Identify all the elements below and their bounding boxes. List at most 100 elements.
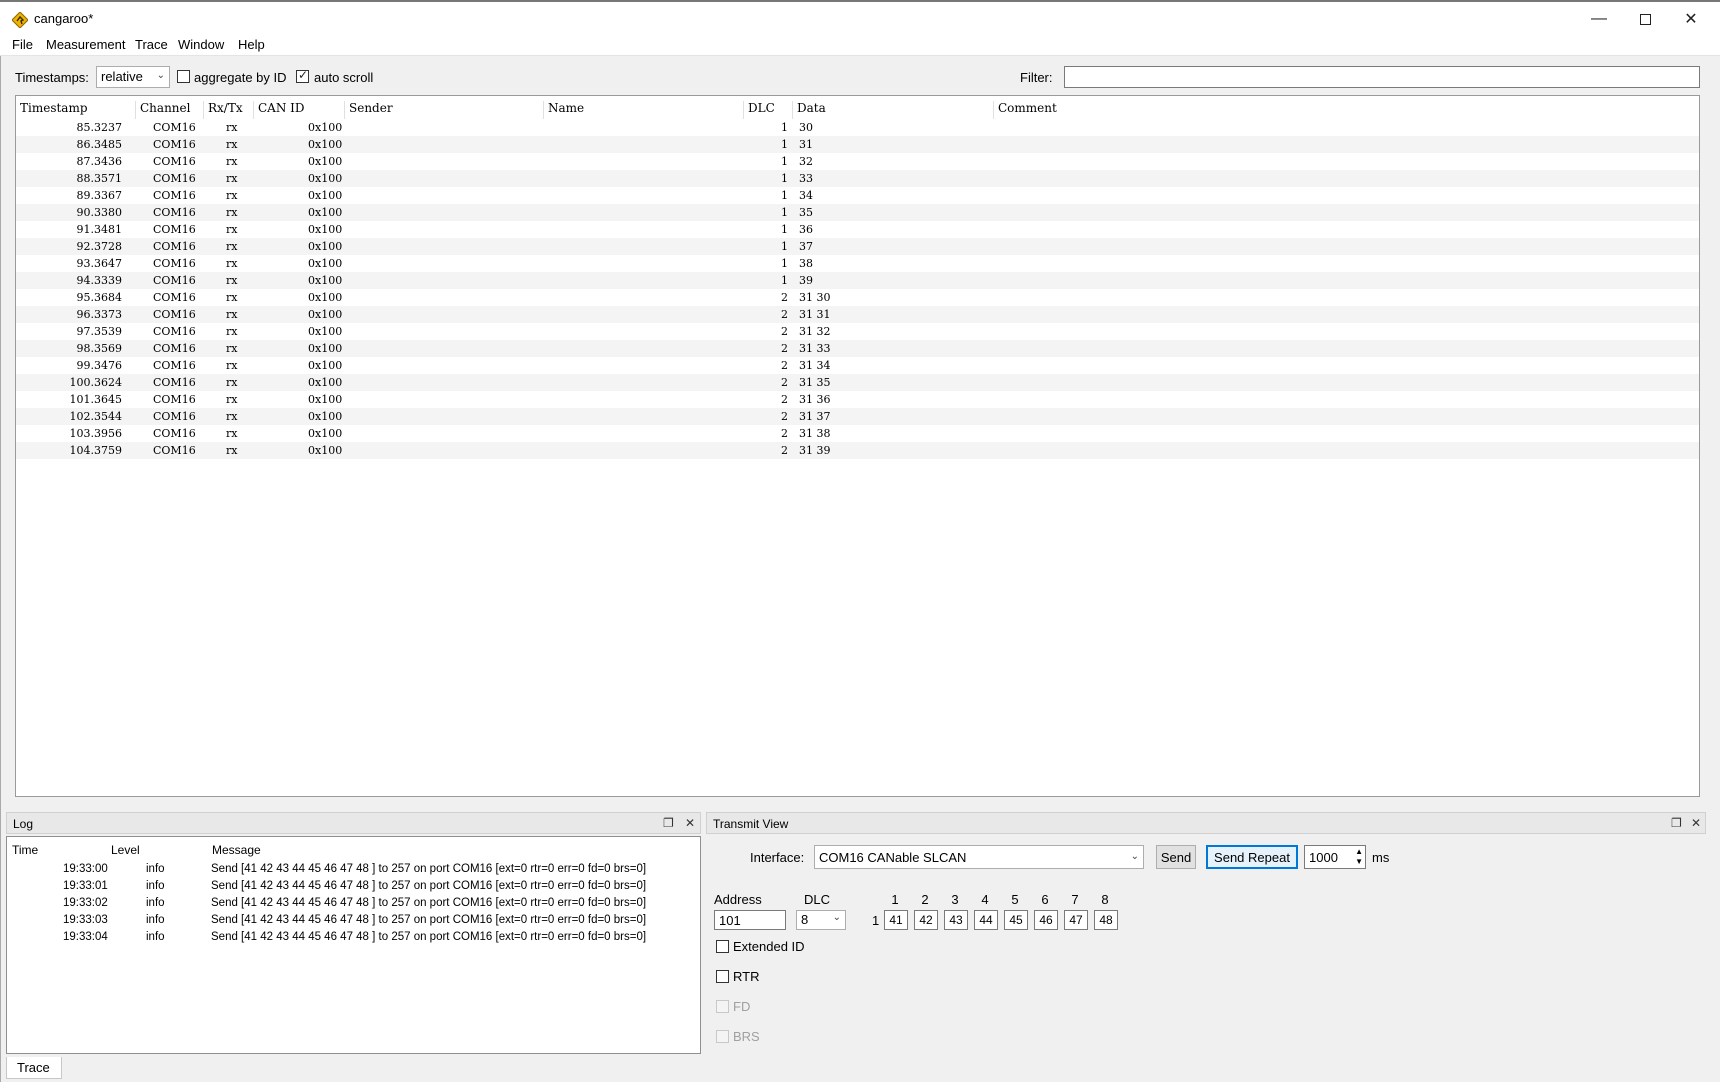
log-row[interactable]: 19:33:03 info Send [41 42 43 44 45 46 47 4…: [7, 914, 700, 931]
log-cell-time: 19:33:04: [63, 931, 108, 943]
close-icon: ✕: [1684, 11, 1698, 28]
table-row[interactable]: 103.3956 COM16 rx 0x100 2 31 38: [16, 425, 1699, 442]
byte-input-4[interactable]: 44: [974, 910, 998, 930]
col-timestamp[interactable]: Timestamp: [16, 101, 136, 119]
cell-channel: COM16: [153, 444, 196, 457]
table-row[interactable]: 96.3373 COM16 rx 0x100 2 31 31: [16, 306, 1699, 323]
col-data[interactable]: Data: [793, 101, 994, 119]
maximize-button[interactable]: [1622, 2, 1668, 36]
title-bar: cangaroo* — ✕: [0, 0, 1720, 36]
auto-scroll-checkbox[interactable]: [296, 68, 309, 83]
table-row[interactable]: 92.3728 COM16 rx 0x100 1 37: [16, 238, 1699, 255]
send-button[interactable]: Send: [1156, 845, 1196, 869]
log-row[interactable]: 19:33:04 info Send [41 42 43 44 45 46 47 4…: [7, 931, 700, 948]
timestamps-select[interactable]: relative ⌄: [96, 66, 170, 88]
aggregate-by-id-checkbox[interactable]: [177, 70, 190, 83]
log-col-message[interactable]: Message: [212, 843, 261, 857]
interval-spinbox[interactable]: 1000 ▲ ▼: [1304, 845, 1366, 869]
table-row[interactable]: 91.3481 COM16 rx 0x100 1 36: [16, 221, 1699, 238]
log-col-level[interactable]: Level: [111, 843, 140, 857]
col-comment[interactable]: Comment: [994, 101, 1699, 119]
spin-arrows-icon[interactable]: ▲ ▼: [1355, 847, 1363, 867]
col-name[interactable]: Name: [544, 101, 744, 119]
cell-rxtx: rx: [226, 172, 238, 185]
cell-rxtx: rx: [226, 206, 238, 219]
table-row[interactable]: 87.3436 COM16 rx 0x100 1 32: [16, 153, 1699, 170]
log-col-time[interactable]: Time: [12, 843, 38, 857]
filter-input[interactable]: [1064, 66, 1700, 88]
cell-can-id: 0x100: [308, 206, 343, 219]
float-icon[interactable]: ❐: [663, 816, 674, 830]
table-row[interactable]: 88.3571 COM16 rx 0x100 1 33: [16, 170, 1699, 187]
log-row[interactable]: 19:33:01 info Send [41 42 43 44 45 46 47 4…: [7, 880, 700, 897]
table-row[interactable]: 101.3645 COM16 rx 0x100 2 31 36: [16, 391, 1699, 408]
table-row[interactable]: 97.3539 COM16 rx 0x100 2 31 32: [16, 323, 1699, 340]
cell-rxtx: rx: [226, 342, 238, 355]
col-sender[interactable]: Sender: [345, 101, 544, 119]
table-row[interactable]: 86.3485 COM16 rx 0x100 1 31: [16, 136, 1699, 153]
table-row[interactable]: 104.3759 COM16 rx 0x100 2 31 39: [16, 442, 1699, 459]
menu-file[interactable]: File: [12, 37, 33, 52]
table-row[interactable]: 95.3684 COM16 rx 0x100 2 31 30: [16, 289, 1699, 306]
log-row[interactable]: 19:33:00 info Send [41 42 43 44 45 46 47 4…: [7, 863, 700, 880]
address-input[interactable]: 101: [714, 910, 786, 930]
menu-trace[interactable]: Trace: [135, 37, 168, 52]
table-row[interactable]: 94.3339 COM16 rx 0x100 1 39: [16, 272, 1699, 289]
minimize-button[interactable]: —: [1576, 2, 1622, 36]
cell-timestamp: 91.3481: [76, 223, 123, 236]
cell-can-id: 0x100: [308, 240, 343, 253]
byte-input-5[interactable]: 45: [1004, 910, 1028, 930]
interface-value: COM16 CANable SLCAN: [819, 850, 967, 865]
cell-channel: COM16: [153, 342, 196, 355]
close-button[interactable]: ✕: [1668, 2, 1714, 36]
table-row[interactable]: 93.3647 COM16 rx 0x100 1 38: [16, 255, 1699, 272]
menu-help[interactable]: Help: [238, 37, 265, 52]
cell-data: 31 36: [799, 393, 831, 406]
cell-dlc: 1: [781, 121, 788, 134]
interface-select[interactable]: COM16 CANable SLCAN ⌄: [814, 845, 1144, 869]
table-row[interactable]: 89.3367 COM16 rx 0x100 1 34: [16, 187, 1699, 204]
cell-data: 31 34: [799, 359, 831, 372]
log-row[interactable]: 19:33:02 info Send [41 42 43 44 45 46 47 4…: [7, 897, 700, 914]
close-icon[interactable]: ✕: [1691, 816, 1701, 830]
cell-dlc: 2: [781, 325, 788, 338]
table-row[interactable]: 102.3544 COM16 rx 0x100 2 31 37: [16, 408, 1699, 425]
byte-input-8[interactable]: 48: [1094, 910, 1118, 930]
dlc-select[interactable]: 8 ⌄: [796, 910, 846, 930]
byte-input-2[interactable]: 42: [914, 910, 938, 930]
menu-window[interactable]: Window: [178, 37, 224, 52]
col-can-id[interactable]: CAN ID: [254, 101, 345, 119]
cell-dlc: 2: [781, 359, 788, 372]
timestamps-label: Timestamps:: [15, 70, 89, 85]
table-row[interactable]: 99.3476 COM16 rx 0x100 2 31 34: [16, 357, 1699, 374]
cell-rxtx: rx: [226, 410, 238, 423]
cell-rxtx: rx: [226, 376, 238, 389]
col-channel[interactable]: Channel: [136, 101, 204, 119]
send-repeat-button[interactable]: Send Repeat: [1206, 845, 1298, 869]
table-row[interactable]: 85.3237 COM16 rx 0x100 1 30: [16, 119, 1699, 136]
cell-can-id: 0x100: [308, 308, 343, 321]
table-row[interactable]: 100.3624 COM16 rx 0x100 2 31 35: [16, 374, 1699, 391]
col-rxtx[interactable]: Rx/Tx: [204, 101, 254, 119]
cell-rxtx: rx: [226, 240, 238, 253]
byte-input-3[interactable]: 43: [944, 910, 968, 930]
byte-input-1[interactable]: 41: [884, 910, 908, 930]
cell-dlc: 1: [781, 223, 788, 236]
log-cell-message: Send [41 42 43 44 45 46 47 48 ] to 257 o…: [211, 931, 647, 943]
close-icon[interactable]: ✕: [685, 816, 695, 830]
table-row[interactable]: 98.3569 COM16 rx 0x100 2 31 33: [16, 340, 1699, 357]
col-dlc[interactable]: DLC: [744, 101, 793, 119]
menu-measurement[interactable]: Measurement: [46, 37, 125, 52]
tab-trace[interactable]: Trace: [6, 1057, 62, 1079]
log-cell-time: 19:33:02: [63, 897, 108, 909]
extended-id-checkbox[interactable]: [716, 940, 729, 953]
byte-input-7[interactable]: 47: [1064, 910, 1088, 930]
rtr-checkbox[interactable]: [716, 970, 729, 983]
byte-index-label: 6: [1041, 892, 1049, 907]
byte-input-6[interactable]: 46: [1034, 910, 1058, 930]
float-icon[interactable]: ❐: [1671, 816, 1682, 830]
auto-scroll-label: auto scroll: [314, 70, 374, 85]
cell-data: 34: [799, 189, 813, 202]
log-cell-message: Send [41 42 43 44 45 46 47 48 ] to 257 o…: [211, 880, 647, 892]
table-row[interactable]: 90.3380 COM16 rx 0x100 1 35: [16, 204, 1699, 221]
